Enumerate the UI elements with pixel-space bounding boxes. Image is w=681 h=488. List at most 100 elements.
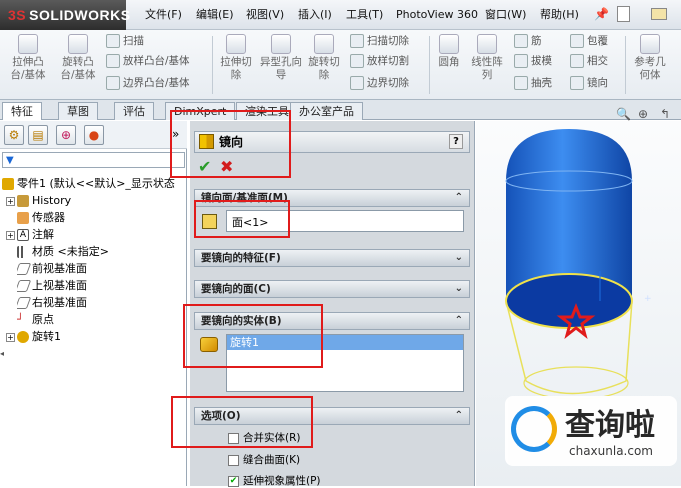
swept-cut-button[interactable]: 扫描切除 bbox=[350, 34, 409, 48]
tree-item-right-plane[interactable]: 右视基准面 bbox=[17, 294, 87, 311]
collapse-icon: ⌃ bbox=[454, 410, 463, 421]
zoom-area-icon[interactable]: ⊕ bbox=[638, 107, 648, 121]
tree-item-history[interactable]: + History bbox=[6, 192, 71, 209]
tree-item-front-plane[interactable]: 前视基准面 bbox=[17, 260, 87, 277]
tree-filter[interactable]: ▼ bbox=[2, 152, 185, 168]
config-manager-icon[interactable]: ⊕ bbox=[56, 125, 76, 145]
fillet-button[interactable]: 圆角 bbox=[434, 34, 464, 69]
zoom-to-fit-icon[interactable]: 🔍 bbox=[616, 107, 631, 121]
revolve-cut-icon bbox=[314, 34, 334, 54]
menu-bar: 3S SOLIDWORKS 文件(F) 编辑(E) 视图(V) 插入(I) 工具(… bbox=[0, 0, 681, 30]
shell-button[interactable]: 抽壳 bbox=[514, 76, 552, 90]
extrude-cut-button[interactable]: 拉伸切除 bbox=[216, 34, 256, 82]
reference-geometry-button[interactable]: 参考几何体 bbox=[630, 34, 670, 82]
menu-help[interactable]: 帮助(H) bbox=[540, 0, 579, 30]
boundary-cut-icon bbox=[350, 76, 364, 90]
tree-item-origin[interactable]: ┘ 原点 bbox=[17, 311, 54, 328]
collapse-icon: ⌃ bbox=[454, 315, 463, 326]
history-icon bbox=[17, 195, 29, 207]
section-features-label: 要镜向的特征(F) bbox=[201, 252, 281, 264]
sweep-icon bbox=[106, 34, 120, 48]
revolve-boss-label: 旋转凸台/基体 bbox=[60, 56, 96, 81]
hole-wizard-icon bbox=[271, 34, 291, 54]
boundary-cut-label: 边界切除 bbox=[367, 77, 409, 89]
tab-sketch[interactable]: 草图 bbox=[58, 102, 98, 120]
tree-item-sensors[interactable]: 传感器 bbox=[17, 209, 65, 226]
section-faces[interactable]: 要镜向的面(C) ⌄ bbox=[194, 280, 470, 298]
property-manager-icon[interactable]: ▤ bbox=[28, 125, 48, 145]
menu-edit[interactable]: 编辑(E) bbox=[196, 0, 234, 30]
tree-item-revolve1[interactable]: + 旋转1 bbox=[6, 328, 61, 345]
previous-view-icon[interactable]: ↰ bbox=[660, 107, 670, 121]
lofted-cut-button[interactable]: 放样切割 bbox=[350, 54, 409, 68]
knit-surfaces-option[interactable]: 缝合曲面(K) bbox=[228, 452, 300, 467]
knit-surfaces-checkbox[interactable] bbox=[228, 454, 239, 466]
mirror-label: 镜向 bbox=[587, 77, 608, 89]
watermark-title: 查询啦 bbox=[565, 408, 655, 443]
revolve-boss-button[interactable]: 旋转凸台/基体 bbox=[56, 34, 100, 82]
new-document-icon[interactable] bbox=[617, 6, 630, 22]
scroll-arrow-icon[interactable]: ◂ bbox=[0, 349, 10, 358]
tree-item-label: 上视基准面 bbox=[32, 279, 87, 292]
lofted-cut-icon bbox=[350, 54, 364, 68]
extrude-boss-button[interactable]: 拉伸凸台/基体 bbox=[8, 34, 48, 82]
mirror-button[interactable]: 镜向 bbox=[570, 76, 608, 90]
pin-icon[interactable]: 📌 bbox=[594, 7, 609, 21]
lofted-cut-label: 放样切割 bbox=[367, 55, 409, 67]
intersect-button[interactable]: 相交 bbox=[570, 54, 608, 68]
tree-item-material[interactable]: 材质 <未指定> bbox=[17, 243, 109, 260]
menu-tools[interactable]: 工具(T) bbox=[346, 0, 383, 30]
boundary-cut-button[interactable]: 边界切除 bbox=[350, 76, 409, 90]
linear-pattern-button[interactable]: 线性阵列 bbox=[468, 34, 506, 82]
plane-icon bbox=[17, 280, 32, 292]
sensor-icon bbox=[17, 212, 29, 224]
expand-icon[interactable]: + bbox=[6, 196, 15, 206]
fillet-icon bbox=[439, 34, 459, 54]
filter-icon: ▼ bbox=[6, 155, 14, 166]
hole-wizard-button[interactable]: 异型孔向导 bbox=[260, 34, 302, 82]
expand-icon[interactable]: + bbox=[6, 332, 15, 342]
solidworks-logo[interactable]: 3S SOLIDWORKS bbox=[0, 0, 130, 30]
display-manager-icon[interactable]: ● bbox=[84, 125, 104, 145]
tree-item-label: 前视基准面 bbox=[32, 262, 87, 275]
open-document-icon[interactable] bbox=[651, 8, 667, 20]
highlight-box-bodies bbox=[183, 304, 323, 368]
loft-boss-button[interactable]: 放样凸台/基体 bbox=[106, 54, 190, 68]
help-icon[interactable]: ? bbox=[449, 134, 463, 149]
section-features[interactable]: 要镜向的特征(F) ⌄ bbox=[194, 249, 470, 267]
feature-manager-icon[interactable]: ⚙ bbox=[4, 125, 24, 145]
propagate-visual-checkbox[interactable]: ✔ bbox=[228, 475, 239, 487]
tree-item-top-plane[interactable]: 上视基准面 bbox=[17, 277, 87, 294]
menu-insert[interactable]: 插入(I) bbox=[298, 0, 332, 30]
swept-cut-icon bbox=[350, 34, 364, 48]
tree-root[interactable]: 零件1 (默认<<默认>_显示状态 bbox=[2, 175, 187, 192]
highlight-box-mirror-face bbox=[194, 200, 290, 238]
knit-surfaces-label: 缝合曲面(K) bbox=[243, 454, 301, 466]
expand-icon[interactable]: + bbox=[6, 230, 15, 240]
menu-view[interactable]: 视图(V) bbox=[246, 0, 284, 30]
menu-window[interactable]: 窗口(W) bbox=[485, 0, 526, 30]
revolve-cut-button[interactable]: 旋转切除 bbox=[304, 34, 344, 82]
origin-icon: ┘ bbox=[17, 313, 24, 326]
tab-evaluate[interactable]: 评估 bbox=[114, 102, 154, 120]
tab-features[interactable]: 特征 bbox=[2, 102, 42, 120]
boundary-boss-icon bbox=[106, 76, 120, 90]
linear-pattern-label: 线性阵列 bbox=[471, 56, 503, 81]
intersect-icon bbox=[570, 54, 584, 68]
sweep-button[interactable]: 扫描 bbox=[106, 34, 144, 48]
rib-button[interactable]: 筋 bbox=[514, 34, 542, 48]
highlight-box-options bbox=[171, 396, 313, 448]
boundary-boss-button[interactable]: 边界凸台/基体 bbox=[106, 76, 190, 90]
draft-button[interactable]: 拔模 bbox=[514, 54, 552, 68]
tree-item-label: History bbox=[32, 194, 72, 207]
plane-icon bbox=[17, 297, 32, 309]
menu-photoview[interactable]: PhotoView 360 bbox=[396, 0, 478, 30]
wrap-label: 包覆 bbox=[587, 35, 608, 47]
tree-item-annotations[interactable]: + A 注解 bbox=[6, 226, 54, 243]
expand-icon: ⌄ bbox=[454, 252, 463, 263]
wrap-button[interactable]: 包覆 bbox=[570, 34, 608, 48]
tab-office-products[interactable]: 办公室产品 bbox=[290, 102, 363, 120]
propagate-visual-label: 延伸视象属性(P) bbox=[243, 475, 321, 487]
menu-file[interactable]: 文件(F) bbox=[145, 0, 182, 30]
extrude-cut-label: 拉伸切除 bbox=[220, 56, 252, 81]
